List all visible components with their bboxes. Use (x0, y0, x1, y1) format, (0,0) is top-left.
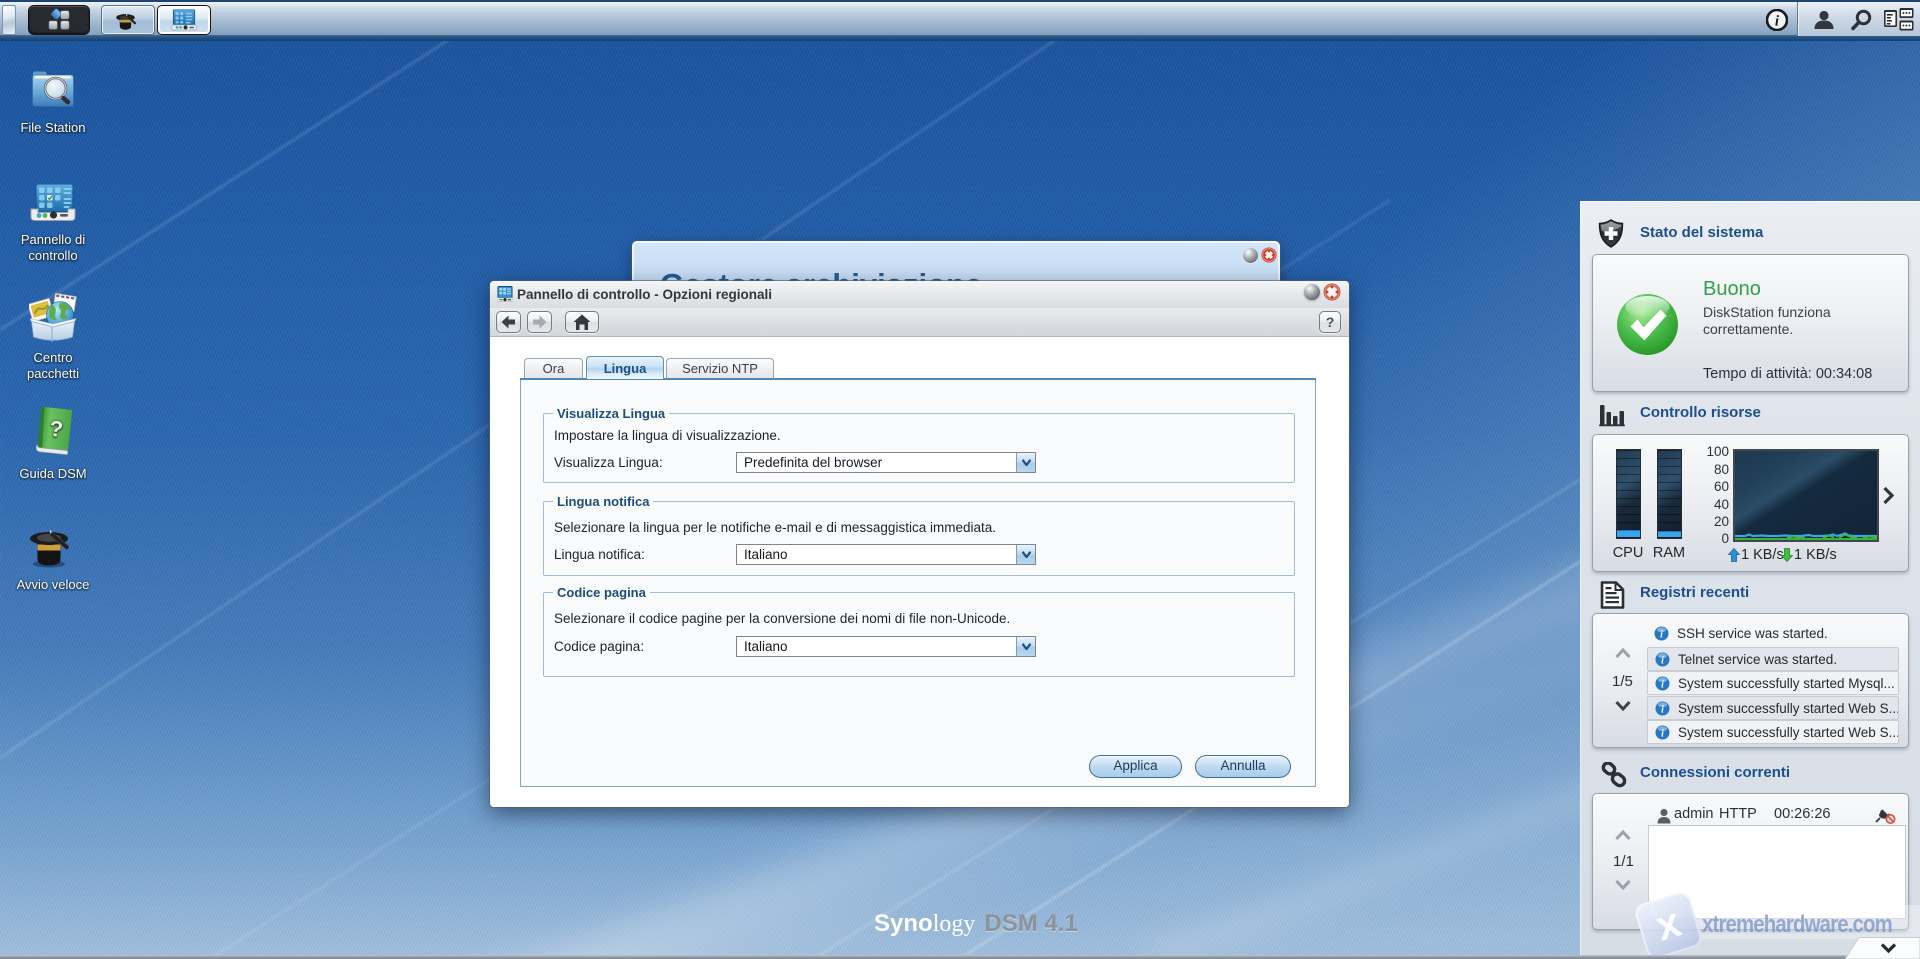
svg-text:i: i (1661, 656, 1664, 667)
svg-text:i: i (1660, 630, 1663, 641)
svg-text:?: ? (48, 416, 64, 442)
svg-text:i: i (1661, 680, 1664, 691)
svg-text:i: i (1661, 705, 1664, 716)
svg-text:i: i (1661, 729, 1664, 740)
